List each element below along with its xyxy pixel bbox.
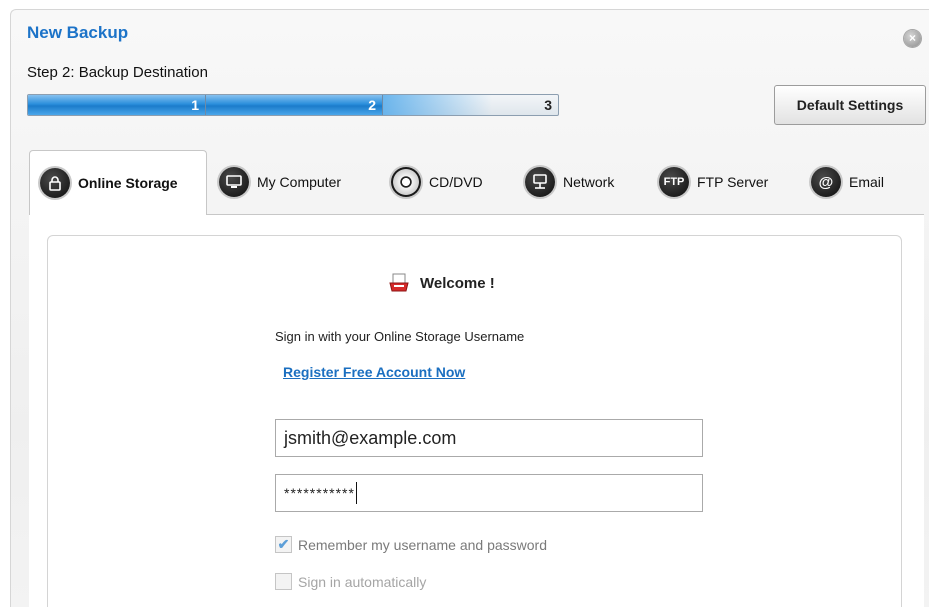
email-icon: @ (811, 167, 841, 197)
close-icon[interactable]: × (904, 30, 921, 47)
remember-label: Remember my username and password (298, 536, 547, 553)
remember-checkbox[interactable]: ✔ (275, 536, 292, 553)
ftp-icon: FTP (659, 167, 689, 197)
username-value: jsmith@example.com (284, 427, 457, 448)
password-field[interactable]: *********** (275, 474, 703, 512)
text-cursor (355, 482, 357, 504)
step-label: Step 2: Backup Destination (27, 64, 208, 81)
welcome-text: Welcome ! (420, 274, 495, 292)
lock-icon (40, 168, 70, 198)
monitor-icon (219, 167, 249, 197)
login-panel: Welcome ! Sign in with your Online Stora… (47, 235, 902, 607)
window-title: New Backup (27, 23, 129, 42)
auto-signin-label: Sign in automatically (298, 573, 427, 590)
welcome-heading: Welcome ! (388, 272, 495, 294)
step-progress-bar: 1 2 3 (27, 94, 559, 116)
default-settings-button[interactable]: Default Settings (774, 85, 926, 125)
network-icon (525, 167, 555, 197)
password-value: *********** (284, 485, 355, 501)
auto-signin-option[interactable]: Sign in automatically (275, 573, 426, 590)
tab-label: Email (849, 174, 885, 190)
tab-label: My Computer (257, 174, 342, 190)
progress-step-1: 1 (191, 97, 199, 113)
auto-signin-checkbox[interactable] (275, 573, 292, 590)
tab-online-storage[interactable]: Online Storage (29, 150, 207, 215)
tab-network[interactable]: Network (525, 150, 614, 214)
tab-my-computer[interactable]: My Computer (219, 150, 341, 214)
tab-label: CD/DVD (429, 174, 483, 190)
tab-label: Online Storage (78, 175, 178, 191)
tab-label: Network (563, 174, 615, 190)
signin-instruction: Sign in with your Online Storage Usernam… (275, 329, 525, 344)
username-field[interactable]: jsmith@example.com (275, 419, 703, 457)
tab-ftp-server[interactable]: FTP FTP Server (659, 150, 768, 214)
disc-icon (391, 167, 421, 197)
tab-cd-dvd[interactable]: CD/DVD (391, 150, 483, 214)
destination-tabs: Online Storage My Computer CD/DVD Networ… (29, 150, 924, 215)
register-account-link[interactable]: Register Free Account Now (283, 364, 465, 380)
remember-credentials-option[interactable]: ✔ Remember my username and password (275, 536, 547, 553)
new-backup-window: New Backup × Step 2: Backup Destination … (10, 9, 929, 607)
tab-email[interactable]: @ Email (811, 150, 884, 214)
storage-logo-icon (388, 272, 410, 294)
progress-step-2: 2 (368, 97, 376, 113)
tab-label: FTP Server (697, 174, 769, 190)
tab-content: Welcome ! Sign in with your Online Stora… (29, 214, 924, 607)
progress-step-3: 3 (544, 97, 552, 113)
